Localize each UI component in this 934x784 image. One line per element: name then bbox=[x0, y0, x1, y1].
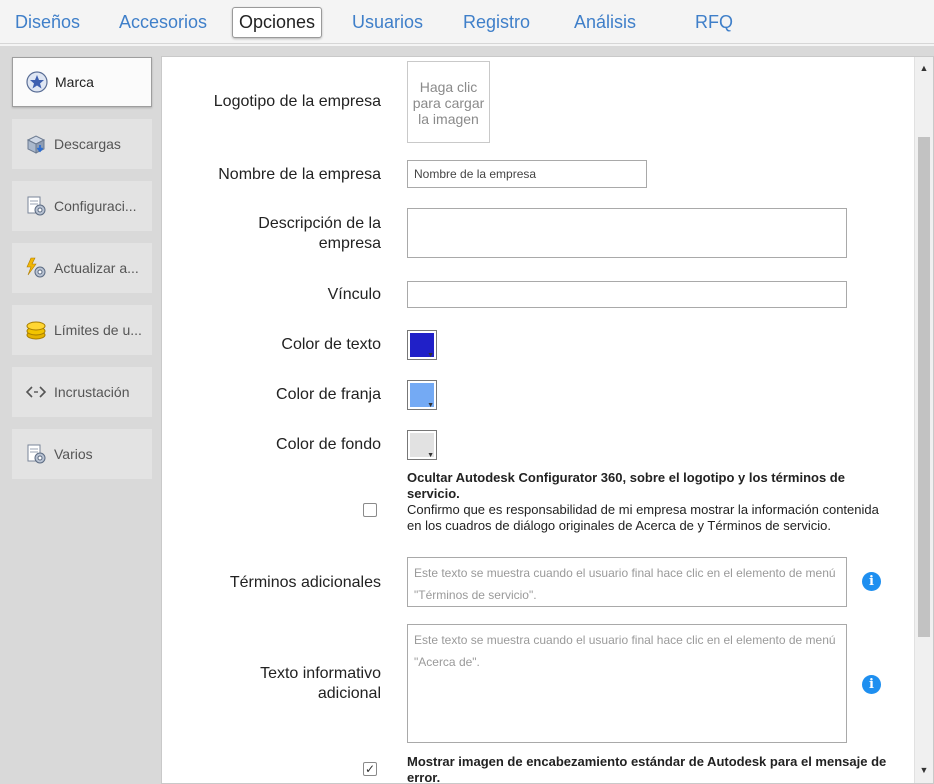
sidebar-item-descargas[interactable]: Descargas bbox=[12, 119, 152, 169]
sidebar: Marca Descargas Configuraci... Actualiza… bbox=[0, 46, 160, 784]
sidebar-item-label: Incrustación bbox=[54, 384, 130, 400]
hide-branding-title: Ocultar Autodesk Configurator 360, sobre… bbox=[407, 470, 845, 501]
sidebar-item-incrustacion[interactable]: Incrustación bbox=[12, 367, 152, 417]
star-badge-icon bbox=[25, 70, 49, 94]
sidebar-item-label: Marca bbox=[55, 74, 94, 90]
band-color-swatch: ▼ bbox=[410, 383, 434, 409]
sidebar-item-configuracion[interactable]: Configuraci... bbox=[12, 181, 152, 231]
scroll-up-arrow-icon[interactable]: ▲ bbox=[915, 59, 933, 77]
coins-icon bbox=[24, 318, 48, 342]
hide-branding-body: Confirmo que es responsabilidad de mi em… bbox=[407, 502, 879, 533]
sidebar-item-label: Varios bbox=[54, 446, 93, 462]
additional-info-info-icon[interactable]: i bbox=[862, 675, 881, 694]
update-gear-icon bbox=[24, 256, 48, 280]
text-color-picker[interactable]: ▼ bbox=[407, 330, 437, 360]
background-color-picker[interactable]: ▼ bbox=[407, 430, 437, 460]
sidebar-item-actualizar[interactable]: Actualizar a... bbox=[12, 243, 152, 293]
additional-info-input[interactable]: Este texto se muestra cuando el usuario … bbox=[407, 624, 847, 743]
tab-accesorios[interactable]: Accesorios bbox=[112, 7, 214, 38]
tab-disenos[interactable]: Diseños bbox=[8, 7, 87, 38]
download-box-icon bbox=[24, 132, 48, 156]
sidebar-item-varios[interactable]: Varios bbox=[12, 429, 152, 479]
link-input[interactable] bbox=[407, 281, 847, 308]
band-color-label: Color de franja bbox=[276, 386, 381, 403]
hide-branding-text: Ocultar Autodesk Configurator 360, sobre… bbox=[407, 470, 887, 534]
tab-rfq[interactable]: RFQ bbox=[688, 7, 740, 38]
workspace: Marca Descargas Configuraci... Actualiza… bbox=[0, 46, 934, 784]
company-description-input[interactable] bbox=[407, 208, 847, 258]
additional-terms-input[interactable]: Este texto se muestra cuando el usuario … bbox=[407, 557, 847, 607]
show-header-image-title: Mostrar imagen de encabezamiento estánda… bbox=[407, 754, 887, 784]
panel-scrollbar[interactable]: ▲ ▼ bbox=[914, 57, 933, 783]
company-name-label: Nombre de la empresa bbox=[218, 166, 381, 183]
text-color-label: Color de texto bbox=[281, 336, 381, 353]
background-color-swatch: ▼ bbox=[410, 433, 434, 459]
show-header-image-text: Mostrar imagen de encabezamiento estánda… bbox=[407, 754, 887, 784]
settings-doc-icon bbox=[24, 442, 48, 466]
settings-doc-icon bbox=[24, 194, 48, 218]
sidebar-item-label: Actualizar a... bbox=[54, 260, 139, 276]
tab-registro[interactable]: Registro bbox=[456, 7, 537, 38]
branding-form-panel: Logotipo de la empresa Haga clic para ca… bbox=[161, 56, 934, 784]
show-header-image-checkbox[interactable]: ✓ bbox=[363, 762, 377, 776]
sidebar-item-label: Configuraci... bbox=[54, 198, 137, 214]
company-description-label: Descripción de la empresa bbox=[258, 215, 381, 252]
additional-terms-label: Términos adicionales bbox=[229, 574, 381, 591]
additional-info-label: Texto informativo adicional bbox=[260, 665, 381, 702]
company-name-input[interactable]: Nombre de la empresa bbox=[407, 160, 647, 188]
dropdown-arrow-icon: ▼ bbox=[427, 352, 434, 359]
logo-upload-box[interactable]: Haga clic para cargar la imagen bbox=[407, 61, 490, 143]
tab-analisis[interactable]: Análisis bbox=[567, 7, 643, 38]
tab-usuarios[interactable]: Usuarios bbox=[345, 7, 430, 38]
link-label: Vínculo bbox=[327, 286, 381, 303]
sidebar-item-limites[interactable]: Límites de u... bbox=[12, 305, 152, 355]
tab-opciones[interactable]: Opciones bbox=[232, 7, 323, 38]
dropdown-arrow-icon: ▼ bbox=[427, 402, 434, 409]
text-color-swatch: ▼ bbox=[410, 333, 434, 359]
scroll-down-arrow-icon[interactable]: ▼ bbox=[915, 761, 933, 779]
dropdown-arrow-icon: ▼ bbox=[427, 452, 434, 459]
sidebar-item-label: Límites de u... bbox=[54, 322, 142, 338]
logo-label: Logotipo de la empresa bbox=[213, 93, 381, 110]
hide-branding-checkbox[interactable] bbox=[363, 503, 377, 517]
sidebar-item-marca[interactable]: Marca bbox=[12, 57, 152, 107]
top-tab-bar: Diseños Accesorios Opciones Usuarios Reg… bbox=[0, 0, 934, 44]
scroll-thumb[interactable] bbox=[918, 137, 930, 637]
band-color-picker[interactable]: ▼ bbox=[407, 380, 437, 410]
additional-terms-info-icon[interactable]: i bbox=[862, 572, 881, 591]
sidebar-item-label: Descargas bbox=[54, 136, 121, 152]
embed-code-icon bbox=[24, 380, 48, 404]
background-color-label: Color de fondo bbox=[276, 436, 381, 453]
